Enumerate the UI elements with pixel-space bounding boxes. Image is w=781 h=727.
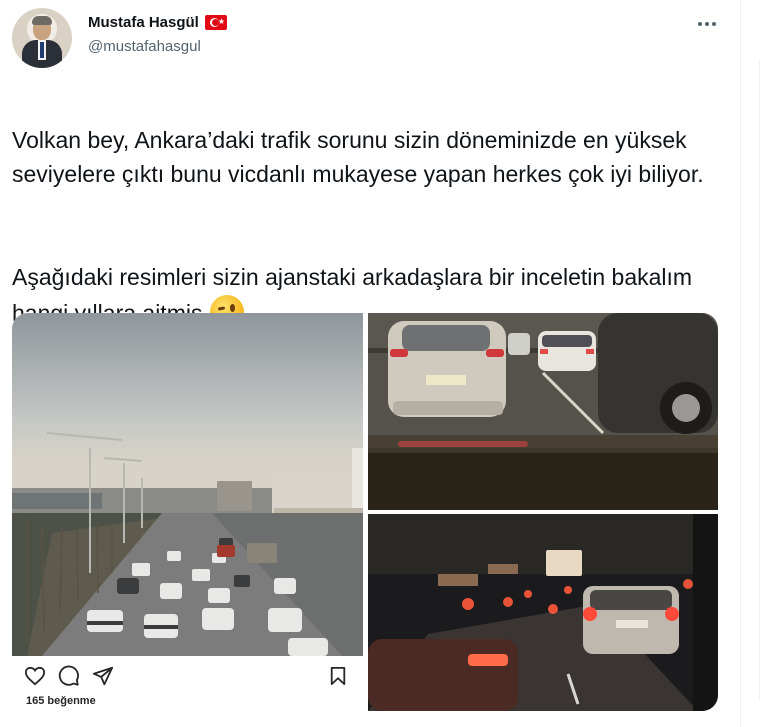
turkey-flag-icon: ★ xyxy=(204,15,227,30)
avatar[interactable] xyxy=(12,8,72,68)
heart-icon[interactable] xyxy=(24,666,46,686)
author-name-row: Mustafa Hasgül ★ xyxy=(88,14,227,31)
tweet-paragraph-1: Volkan bey, Ankara’daki trafik sorunu si… xyxy=(12,126,704,188)
likes-count[interactable]: 165 beğenme xyxy=(26,695,96,707)
car-rear-traffic-photo[interactable] xyxy=(368,313,718,510)
comment-icon[interactable] xyxy=(58,665,80,687)
author-handle[interactable]: @mustafahasgul xyxy=(88,38,201,55)
instagram-action-bar xyxy=(24,665,114,687)
media-grid: 165 beğenme xyxy=(12,313,718,711)
right-sidebar-edge xyxy=(741,0,781,727)
author-display-name[interactable]: Mustafa Hasgül xyxy=(88,14,199,31)
bookmark-icon[interactable] xyxy=(329,666,347,691)
highway-traffic-photo[interactable] xyxy=(12,313,363,656)
share-icon[interactable] xyxy=(92,665,114,687)
tweet-card: Mustafa Hasgül ★ @mustafahasgul Volkan b… xyxy=(0,0,740,727)
more-options-icon[interactable] xyxy=(694,14,720,34)
instagram-screenshot[interactable]: 165 beğenme xyxy=(12,313,363,711)
night-traffic-photo[interactable] xyxy=(368,514,718,711)
